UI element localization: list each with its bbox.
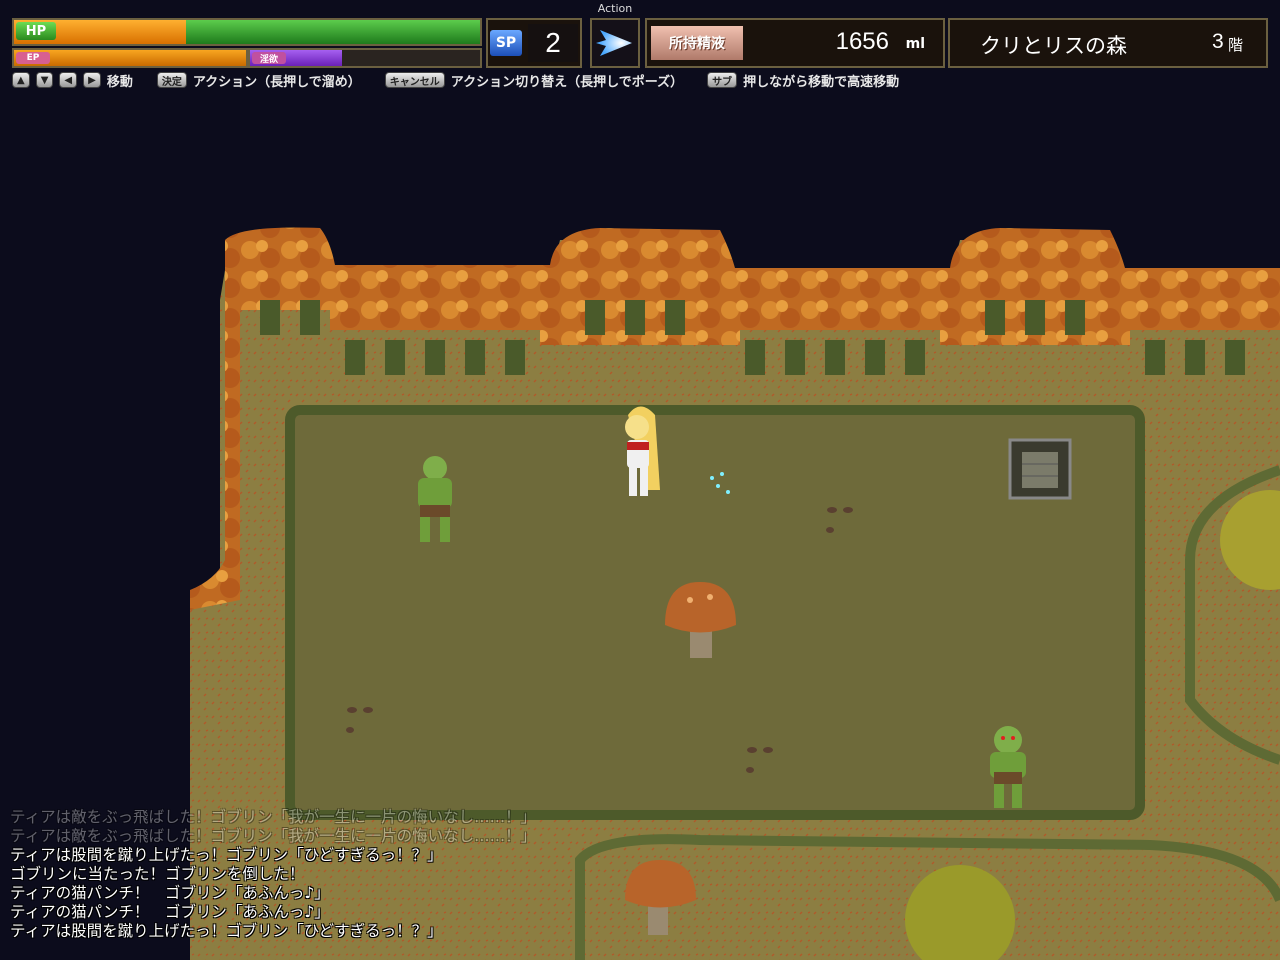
location-panel: クリとリスの森 3 階 bbox=[948, 18, 1268, 68]
cancel-key: キャンセル bbox=[384, 72, 445, 88]
sp-panel: SP 2 bbox=[486, 18, 582, 68]
descending-stairs[interactable] bbox=[1008, 438, 1072, 500]
controls-hint: ▲ ▼ ◀ ▶ 移動 決定 アクション（長押しで溜め） キャンセル アクション切… bbox=[12, 70, 917, 90]
action-slot[interactable] bbox=[590, 18, 640, 68]
semen-unit: ml bbox=[905, 36, 925, 52]
down-arrow-icon: ▼ bbox=[35, 72, 54, 88]
semen-label: 所持精液 bbox=[651, 26, 743, 60]
lust-label: 淫欲 bbox=[252, 52, 286, 65]
log-line: ティアの猫パンチ！ ゴブリン「あふんっ♪」 bbox=[10, 884, 330, 902]
log-line: ティアの猫パンチ！ ゴブリン「あふんっ♪」 bbox=[10, 903, 330, 921]
ep-label: EP bbox=[16, 52, 50, 64]
log-line: ティアは敵をぶっ飛ばした！ゴブリン「我が一生に一片の悔いなし……！」 bbox=[10, 827, 537, 845]
floor-number: 3 bbox=[1212, 30, 1224, 53]
cancel-hint: アクション切り替え（長押しでポーズ） bbox=[450, 74, 684, 90]
hp-label: HP bbox=[16, 22, 56, 40]
log-line: ゴブリンに当たった！ゴブリンを倒した！ bbox=[10, 865, 305, 883]
sp-label: SP bbox=[490, 30, 522, 56]
battle-log: ティアは敵をぶっ飛ばした！ゴブリン「我が一生に一片の悔いなし……！」 ティアは敵… bbox=[10, 808, 670, 941]
action-label: Action bbox=[597, 2, 633, 15]
location-name: クリとリスの森 bbox=[980, 34, 1127, 58]
semen-panel: 所持精液 1656 ml bbox=[645, 18, 945, 68]
move-hint: 移動 bbox=[106, 74, 133, 90]
floor-unit: 階 bbox=[1228, 36, 1244, 54]
sub-hint: 押しながら移動で高速移動 bbox=[743, 74, 900, 90]
sp-value: 2 bbox=[528, 24, 578, 62]
semen-value: 1656 bbox=[835, 28, 889, 55]
log-line: ティアは敵をぶっ飛ばした！ゴブリン「我が一生に一片の悔いなし……！」 bbox=[10, 808, 537, 826]
right-arrow-icon: ▶ bbox=[83, 72, 101, 88]
hp-bar bbox=[12, 18, 482, 46]
log-line: ティアは股間を蹴り上げたっ！ゴブリン「ひどすぎるっ！？」 bbox=[10, 846, 443, 864]
sub-key: サブ bbox=[707, 72, 738, 88]
confirm-hint: アクション（長押しで溜め） bbox=[192, 74, 361, 90]
log-line: ティアは股間を蹴り上げたっ！ゴブリン「ひどすぎるっ！？」 bbox=[10, 922, 443, 940]
energy-wave-icon bbox=[596, 30, 632, 56]
confirm-key: 決定 bbox=[156, 72, 187, 88]
top-hud: HP EP 淫欲 SP 2 Action 所持精液 1656 ml クリとリスの… bbox=[0, 0, 1280, 70]
up-arrow-icon: ▲ bbox=[12, 72, 30, 88]
player-character[interactable] bbox=[625, 406, 660, 497]
left-arrow-icon: ◀ bbox=[59, 72, 78, 88]
